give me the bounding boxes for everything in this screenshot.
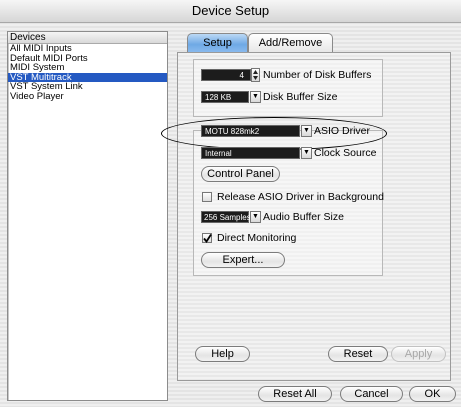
window-title: Device Setup — [191, 3, 270, 18]
release-asio-checkbox[interactable] — [202, 192, 212, 202]
direct-monitoring-checkbox[interactable] — [202, 233, 212, 244]
stepper-icon[interactable] — [251, 68, 260, 82]
disk-buffers-field[interactable]: 4 — [201, 69, 251, 81]
tab-setup[interactable]: Setup — [187, 33, 248, 53]
window-title-bar: Device Setup — [0, 0, 461, 23]
control-panel-button[interactable]: Control Panel — [201, 166, 280, 182]
reset-button[interactable]: Reset — [328, 346, 388, 362]
audio-buffer-size-label: Audio Buffer Size — [263, 211, 344, 223]
ok-button[interactable]: OK — [409, 386, 456, 402]
clock-source-field[interactable]: Internal — [201, 147, 300, 159]
audio-buffer-size-field[interactable]: 256 Samples — [201, 211, 251, 223]
disk-buffer-size-field[interactable]: 128 KB — [201, 91, 249, 103]
clock-source-label: Clock Source — [314, 147, 377, 159]
disk-buffer-size-label: Disk Buffer Size — [263, 91, 338, 103]
direct-monitoring-label: Direct Monitoring — [217, 232, 297, 244]
expert-button[interactable]: Expert... — [201, 252, 285, 268]
dropdown-arrow-icon[interactable]: ▼ — [250, 91, 261, 103]
reset-all-button[interactable]: Reset All — [258, 386, 332, 402]
disk-settings-group — [193, 59, 383, 117]
release-asio-label: Release ASIO Driver in Background — [217, 191, 384, 203]
dropdown-arrow-icon[interactable]: ▼ — [301, 147, 312, 159]
device-list-item-video-player[interactable]: Video Player — [8, 91, 167, 102]
device-list[interactable]: Devices All MIDI Inputs Default MIDI Por… — [7, 31, 168, 401]
disk-buffers-label: Number of Disk Buffers — [263, 69, 372, 81]
highlight-ellipse — [161, 117, 387, 150]
help-button[interactable]: Help — [195, 346, 250, 362]
tab-add-remove[interactable]: Add/Remove — [248, 33, 333, 53]
dropdown-arrow-icon[interactable]: ▼ — [250, 211, 261, 223]
cancel-button[interactable]: Cancel — [340, 386, 403, 402]
checkmark-icon — [203, 234, 212, 244]
apply-button[interactable]: Apply — [391, 346, 446, 362]
